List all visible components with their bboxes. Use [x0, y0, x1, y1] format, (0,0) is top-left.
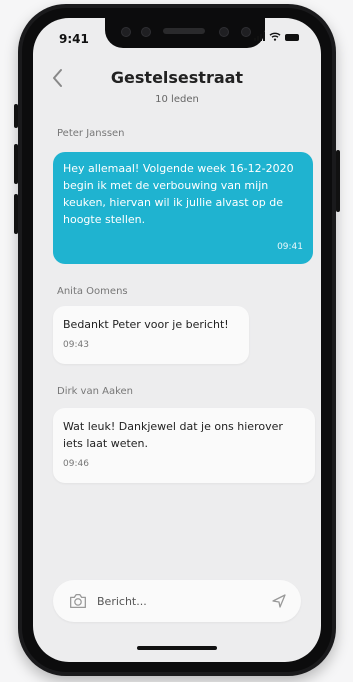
- message-text: Bedankt Peter voor je bericht!: [63, 318, 229, 331]
- sensor-dot: [141, 27, 151, 37]
- battery-icon: [285, 34, 299, 41]
- side-button-left: [14, 104, 18, 128]
- message-bubble-incoming[interactable]: Bedankt Peter voor je bericht! 09:43: [53, 306, 249, 364]
- message-bubble-outgoing[interactable]: Hey allemaal! Volgende week 16-12-2020 b…: [53, 152, 313, 264]
- message-sender: Anita Oomens: [57, 286, 128, 297]
- message-composer[interactable]: Bericht...: [53, 580, 301, 622]
- message-text: Hey allemaal! Volgende week 16-12-2020 b…: [63, 162, 294, 226]
- message-input[interactable]: Bericht...: [97, 595, 271, 608]
- sensor-dot: [241, 27, 251, 37]
- wifi-icon: [269, 32, 281, 41]
- side-button-left: [14, 144, 18, 184]
- side-button-right: [336, 150, 340, 212]
- page-title: Gestelsestraat: [110, 68, 244, 87]
- home-indicator[interactable]: [137, 646, 217, 650]
- signal-icon: [254, 32, 265, 41]
- notch: [105, 18, 265, 48]
- camera-dot: [121, 27, 131, 37]
- speaker: [163, 28, 205, 34]
- status-time: 9:41: [59, 32, 89, 46]
- side-button-left: [14, 194, 18, 234]
- member-count: 10 leden: [155, 94, 199, 105]
- message-time: 09:46: [63, 459, 89, 469]
- message-time: 09:41: [277, 242, 303, 252]
- sensor-dot: [219, 27, 229, 37]
- message-text: Wat leuk! Dankjewel dat je ons hierover …: [63, 420, 283, 450]
- phone-screen: 9:41 Gestelsestraat 10 leden Peter Janss…: [33, 18, 321, 662]
- status-icons: [254, 32, 299, 41]
- camera-icon[interactable]: [67, 590, 89, 612]
- message-bubble-incoming[interactable]: Wat leuk! Dankjewel dat je ons hierover …: [53, 408, 315, 483]
- message-time: 09:43: [63, 340, 89, 350]
- send-icon[interactable]: [271, 593, 287, 609]
- message-sender: Dirk van Aaken: [57, 386, 134, 397]
- message-sender: Peter Janssen: [57, 128, 125, 139]
